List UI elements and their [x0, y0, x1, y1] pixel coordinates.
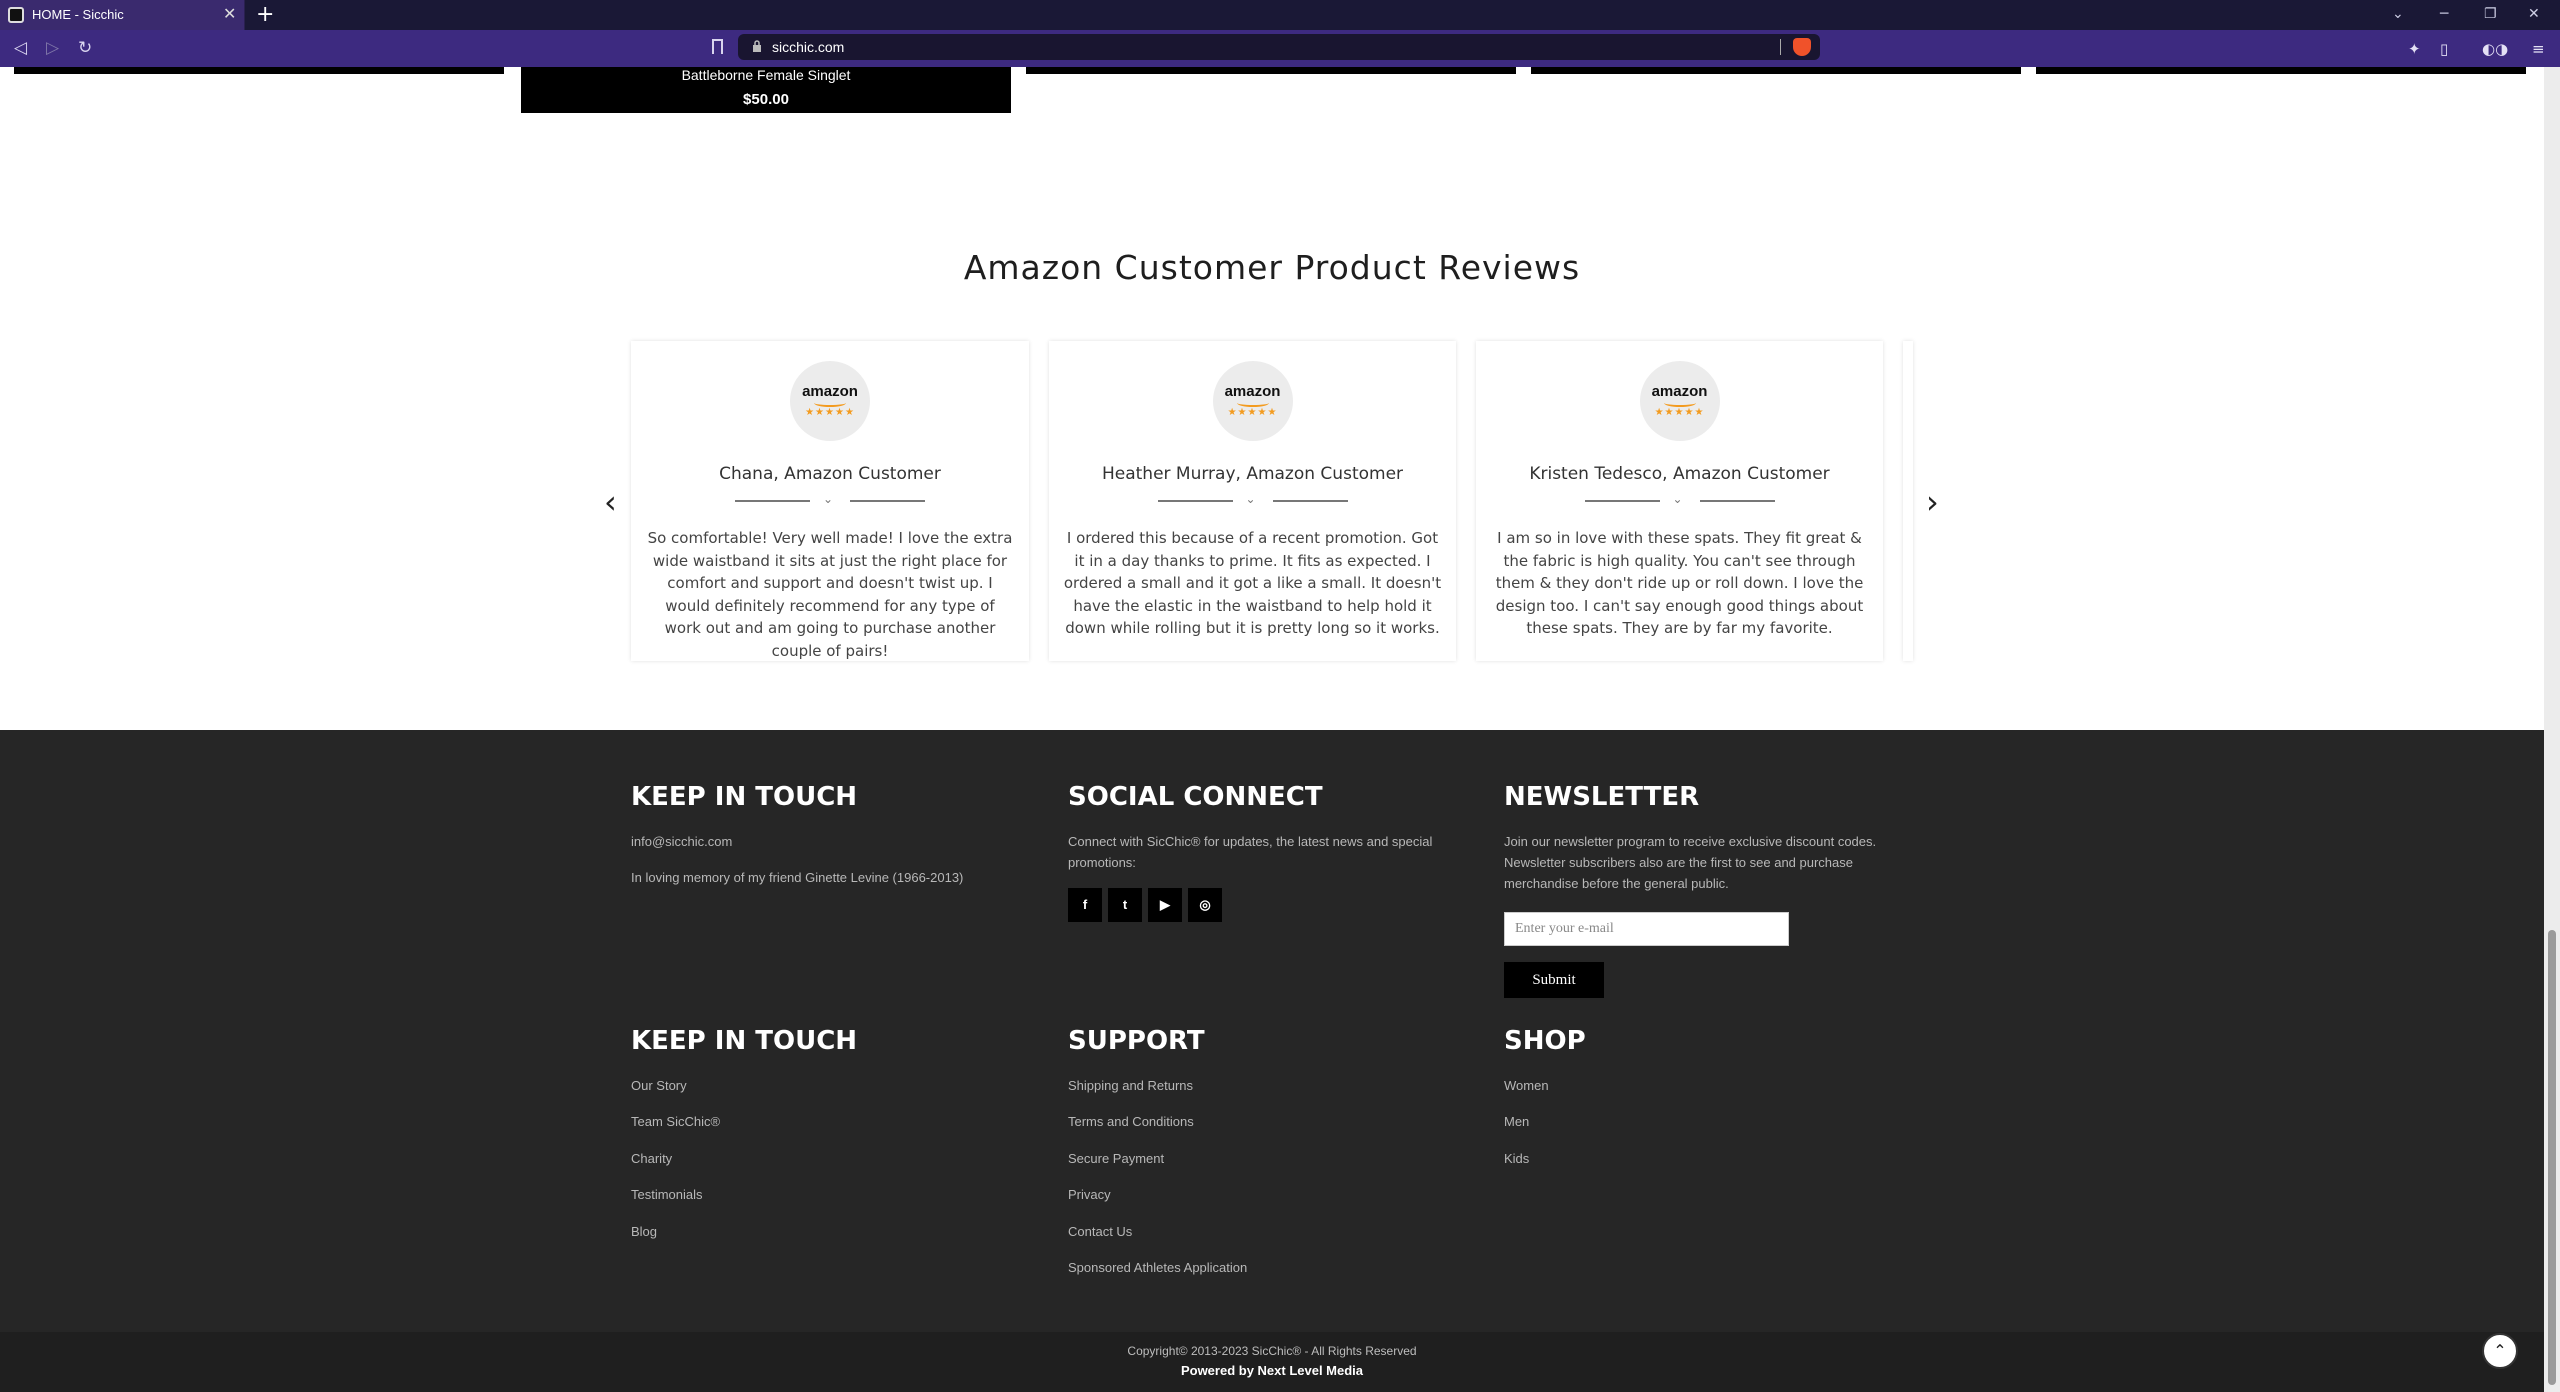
- footer-link-men[interactable]: Men: [1504, 1114, 1529, 1129]
- browser-tab-active[interactable]: HOME - Sicchic ✕: [0, 0, 245, 30]
- lock-icon: [753, 40, 761, 52]
- footer-link-privacy[interactable]: Privacy: [1068, 1187, 1111, 1202]
- footer-link-shipping[interactable]: Shipping and Returns: [1068, 1078, 1193, 1093]
- amazon-logo-word: amazon: [1651, 383, 1708, 400]
- copyright-text: Copyright© 2013-2023 SicChic® - All Righ…: [1127, 1344, 1417, 1358]
- review-card-partial: [1903, 341, 1913, 661]
- rating-stars: ★★★★★: [805, 407, 855, 418]
- browser-tab-bar: HOME - Sicchic ✕ + ⌄ ─ ❐ ✕: [0, 0, 2560, 30]
- newsletter-email-input[interactable]: [1504, 912, 1789, 946]
- support-heading: SUPPORT: [1068, 1026, 1205, 1056]
- chevron-down-icon: ⌄: [1245, 492, 1256, 506]
- newsletter-heading: NEWSLETTER: [1504, 782, 1700, 812]
- review-text: I ordered this because of a recent promo…: [1063, 529, 1442, 637]
- restore-window-button[interactable]: ❐: [2484, 4, 2497, 24]
- chevron-down-icon: ⌄: [1672, 492, 1683, 506]
- facebook-icon[interactable]: f: [1068, 888, 1102, 922]
- contact-email-link[interactable]: info@sicchic.com: [631, 834, 732, 849]
- review-card: amazon ★★★★★ Kristen Tedesco, Amazon Cus…: [1476, 341, 1883, 661]
- amazon-logo-icon: amazon ★★★★★: [790, 361, 870, 441]
- review-text: So comfortable! Very well made! I love t…: [647, 529, 1013, 660]
- twitter-icon[interactable]: t: [1108, 888, 1142, 922]
- links-heading: KEEP IN TOUCH: [631, 1026, 858, 1056]
- newsletter-submit-button[interactable]: Submit: [1504, 962, 1604, 998]
- url-separator: [1780, 39, 1781, 55]
- footer-link-our-story[interactable]: Our Story: [631, 1078, 687, 1093]
- new-tab-button[interactable]: +: [256, 2, 274, 28]
- amazon-smile-icon: [1236, 399, 1269, 407]
- scroll-to-top-button[interactable]: ⌃: [2482, 1333, 2518, 1369]
- browser-toolbar: ◁ ▷ ↻ sicchic.com ✦ ▯ ◐◑ ≡: [0, 30, 2560, 67]
- review-divider: ⌄: [1584, 492, 1775, 507]
- back-arrow-icon[interactable]: ◁: [14, 38, 27, 58]
- minimize-window-button[interactable]: ─: [2440, 4, 2448, 24]
- rating-stars: ★★★★★: [1227, 407, 1278, 418]
- footer-link-kids[interactable]: Kids: [1504, 1151, 1529, 1166]
- product-card-partial[interactable]: [1531, 67, 2021, 74]
- review-card: amazon ★★★★★ Chana, Amazon Customer ⌄ So…: [631, 341, 1029, 661]
- reviewer-name: Heather Murray, Amazon Customer: [1101, 464, 1404, 484]
- tab-close-icon[interactable]: ✕: [223, 5, 236, 23]
- amazon-logo-word: amazon: [802, 383, 858, 400]
- footer-link-sponsored-athletes[interactable]: Sponsored Athletes Application: [1068, 1260, 1247, 1275]
- product-card-partial[interactable]: [2036, 67, 2526, 74]
- product-price: $50.00: [743, 91, 789, 108]
- amazon-smile-icon: [1663, 399, 1696, 407]
- rating-stars: ★★★★★: [1654, 407, 1705, 418]
- sidebar-toggle-icon[interactable]: ▯: [2440, 40, 2448, 58]
- social-connect-text: Connect with SicChic® for updates, the l…: [1068, 834, 1433, 870]
- review-card: amazon ★★★★★ Heather Murray, Amazon Cust…: [1049, 341, 1456, 661]
- site-favicon-icon: [8, 7, 24, 23]
- address-bar[interactable]: sicchic.com: [738, 34, 1820, 60]
- amazon-logo-word: amazon: [1224, 383, 1281, 400]
- footer-bottom-bar: [0, 1332, 2544, 1392]
- brave-shield-icon[interactable]: [1793, 38, 1811, 56]
- product-name[interactable]: Battleborne Female Singlet: [521, 67, 1011, 83]
- social-connect-heading: SOCIAL CONNECT: [1068, 782, 1323, 812]
- footer-link-secure-payment[interactable]: Secure Payment: [1068, 1151, 1164, 1166]
- close-window-button[interactable]: ✕: [2528, 4, 2540, 24]
- amazon-logo-icon: amazon ★★★★★: [1639, 361, 1720, 441]
- memorial-text: In loving memory of my friend Ginette Le…: [631, 870, 964, 885]
- footer-link-contact[interactable]: Contact Us: [1068, 1224, 1132, 1239]
- instagram-icon[interactable]: ◎: [1188, 888, 1222, 922]
- bookmark-icon[interactable]: [712, 39, 723, 54]
- amazon-logo-icon: amazon ★★★★★: [1212, 361, 1293, 441]
- site-footer: [0, 730, 2544, 1332]
- url-text[interactable]: sicchic.com: [772, 39, 844, 55]
- tab-list-chevron-icon[interactable]: ⌄: [2392, 4, 2404, 24]
- product-card[interactable]: Battleborne Female Singlet $50.00: [521, 67, 1011, 113]
- footer-link-testimonials[interactable]: Testimonials: [631, 1187, 703, 1202]
- footer-link-charity[interactable]: Charity: [631, 1151, 672, 1166]
- reviews-heading: Amazon Customer Product Reviews: [963, 248, 1581, 287]
- wallet-icon[interactable]: ◐◑: [2482, 40, 2508, 58]
- keep-in-touch-heading: KEEP IN TOUCH: [631, 782, 858, 812]
- carousel-prev-arrow[interactable]: ‹: [604, 484, 617, 520]
- product-card-partial[interactable]: [14, 67, 504, 74]
- footer-link-team[interactable]: Team SicChic®: [631, 1114, 720, 1129]
- footer-link-terms[interactable]: Terms and Conditions: [1068, 1114, 1194, 1129]
- review-divider: ⌄: [1157, 492, 1348, 507]
- extensions-puzzle-icon[interactable]: ✦: [2408, 40, 2421, 58]
- reviewer-name: Kristen Tedesco, Amazon Customer: [1529, 464, 1830, 484]
- product-card-partial[interactable]: [1026, 67, 1516, 74]
- reviewer-name: Chana, Amazon Customer: [719, 464, 941, 484]
- scrollbar-thumb[interactable]: [2548, 930, 2556, 1385]
- newsletter-text: Join our newsletter program to receive e…: [1504, 834, 1877, 891]
- menu-hamburger-icon[interactable]: ≡: [2532, 40, 2545, 58]
- tab-title: HOME - Sicchic: [32, 7, 124, 22]
- review-divider: ⌄: [735, 492, 925, 507]
- shop-heading: SHOP: [1504, 1026, 1586, 1056]
- reload-icon[interactable]: ↻: [78, 38, 92, 58]
- powered-by-link[interactable]: Powered by Next Level Media: [0, 1363, 2544, 1378]
- amazon-smile-icon: [814, 399, 846, 407]
- forward-arrow-icon[interactable]: ▷: [46, 38, 59, 58]
- youtube-icon[interactable]: ▶: [1148, 888, 1182, 922]
- carousel-next-arrow[interactable]: ›: [1926, 484, 1939, 520]
- review-text: I am so in love with these spats. They f…: [1495, 529, 1864, 637]
- footer-link-blog[interactable]: Blog: [631, 1224, 657, 1239]
- footer-link-women[interactable]: Women: [1504, 1078, 1549, 1093]
- chevron-down-icon: ⌄: [823, 492, 834, 506]
